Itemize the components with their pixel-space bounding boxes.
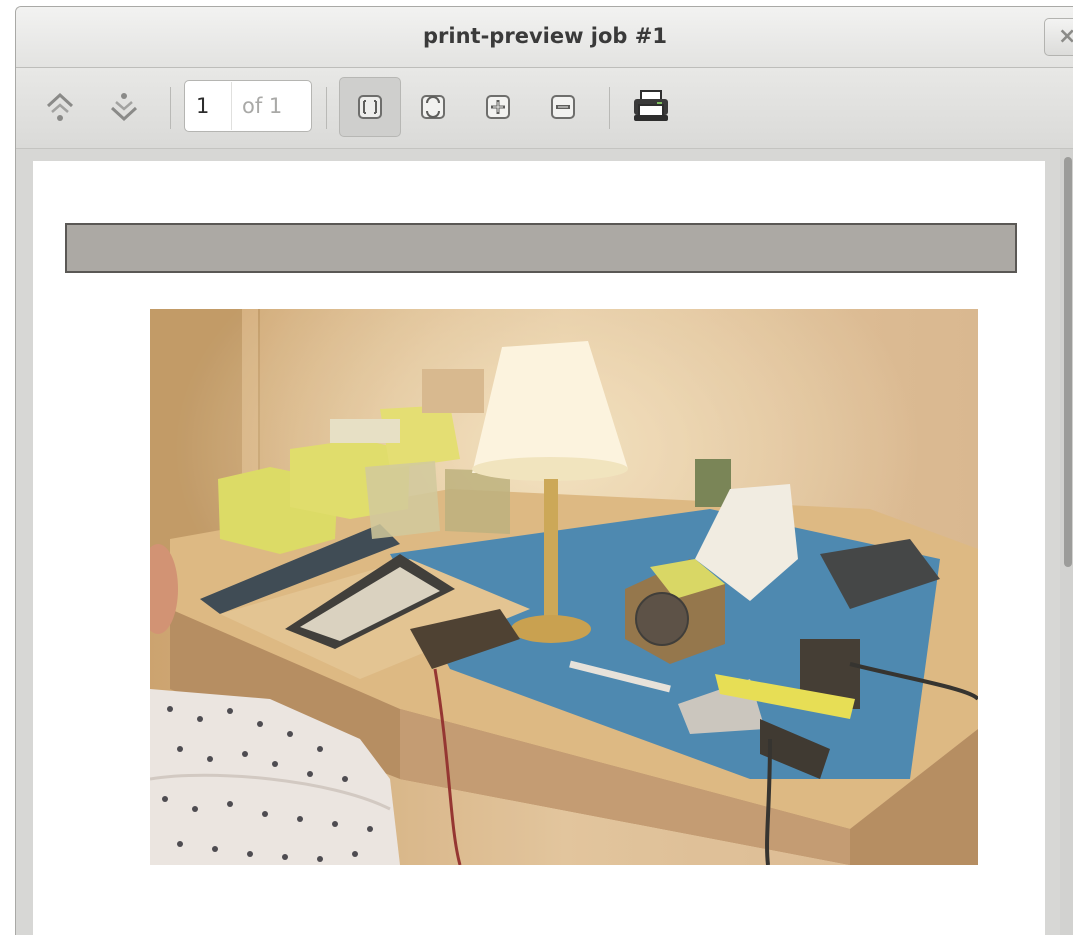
page-down-icon <box>110 93 138 122</box>
print-preview-window: print-preview job #1 × 1 of 1 <box>15 6 1073 935</box>
scrollbar-thumb[interactable] <box>1064 157 1072 567</box>
page-up-icon <box>46 92 74 121</box>
fit-page-icon <box>358 95 382 119</box>
document-photo <box>150 309 978 865</box>
page-total-label: of 1 <box>242 94 283 118</box>
workbench-photo <box>150 309 978 865</box>
current-page-input[interactable]: 1 <box>196 94 209 118</box>
vertical-scrollbar[interactable] <box>1060 149 1073 935</box>
zoom-out-button[interactable] <box>543 87 583 127</box>
previous-page-button[interactable] <box>40 87 80 127</box>
document-page <box>33 161 1045 935</box>
page-header-bar <box>65 223 1017 273</box>
print-button[interactable] <box>631 87 671 127</box>
close-button[interactable]: × <box>1044 18 1073 56</box>
page-field-divider <box>231 82 232 130</box>
window-title: print-preview job #1 <box>423 24 667 48</box>
zoom-in-icon <box>486 95 510 119</box>
toolbar-separator <box>326 87 327 129</box>
next-page-button[interactable] <box>104 87 144 127</box>
fit-width-icon <box>421 95 445 119</box>
toolbar: 1 of 1 <box>16 68 1073 149</box>
toolbar-separator <box>609 87 610 129</box>
zoom-in-button[interactable] <box>478 87 518 127</box>
zoom-out-icon <box>551 95 575 119</box>
page-number-field[interactable]: 1 of 1 <box>184 80 312 132</box>
preview-area[interactable] <box>16 149 1073 935</box>
toolbar-separator <box>170 87 171 129</box>
printer-icon <box>634 90 668 121</box>
fit-page-button[interactable] <box>339 77 401 137</box>
title-bar: print-preview job #1 × <box>16 7 1073 68</box>
fit-width-button[interactable] <box>413 87 453 127</box>
